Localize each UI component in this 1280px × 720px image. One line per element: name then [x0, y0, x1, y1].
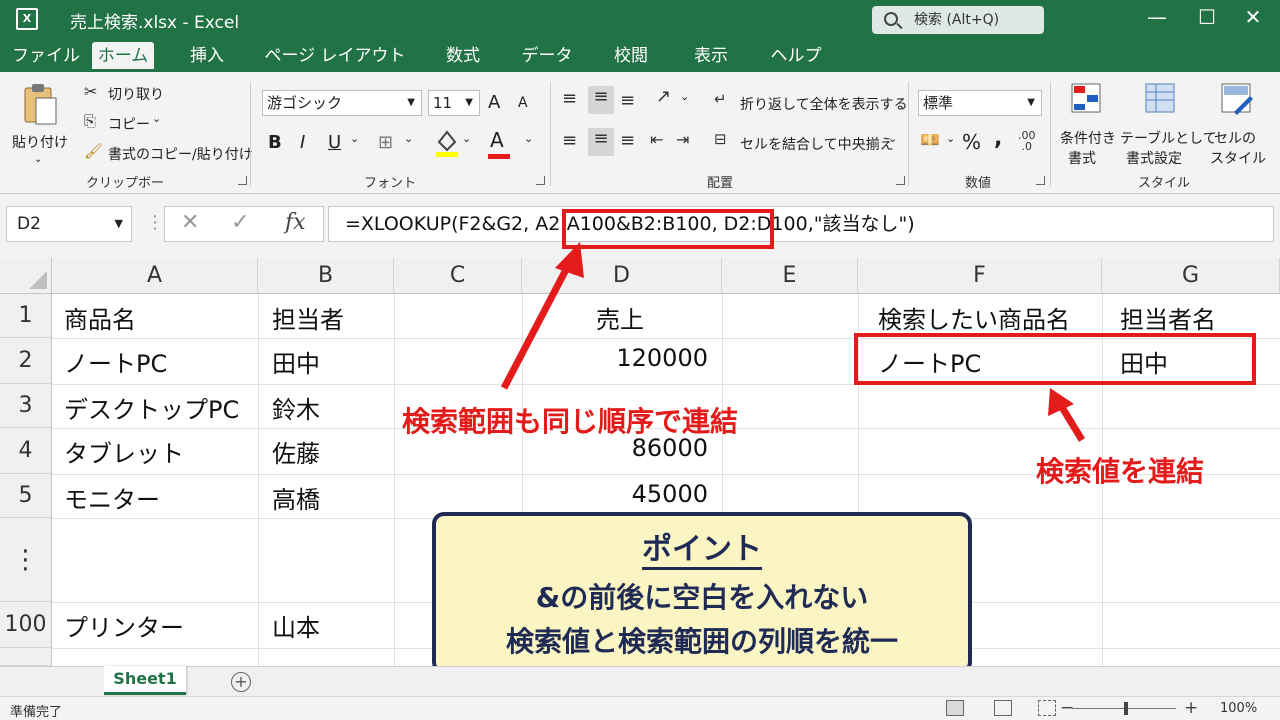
sheet-tab-sheet1[interactable]: Sheet1 — [104, 666, 186, 695]
status-bar: 準備完了 − + 100% — [0, 696, 1280, 720]
page-layout-view-icon[interactable] — [994, 700, 1012, 716]
normal-view-icon[interactable] — [946, 700, 964, 716]
sheet-tab-bar: Sheet1 + — [0, 666, 1280, 696]
point-title-text: ポイント — [642, 532, 762, 570]
point-line-2: 検索値と検索範囲の列順を統一 — [505, 625, 898, 658]
range-concat-note: 検索範囲も同じ順序で連結 — [402, 405, 739, 438]
value-arrow-shaft — [1057, 402, 1085, 442]
value-concat-note: 検索値を連結 — [1036, 455, 1205, 488]
zoom-level[interactable]: 100% — [1220, 701, 1257, 716]
page-break-view-icon[interactable] — [1038, 700, 1056, 716]
point-title: ポイント — [436, 524, 968, 570]
point-line-1: &の前後に空白を入れない — [535, 581, 869, 614]
zoom-slider-thumb[interactable] — [1124, 702, 1128, 715]
zoom-in-button[interactable]: + — [1184, 698, 1198, 718]
range-arrow-shaft — [500, 260, 574, 390]
range-arrow-head — [555, 242, 584, 278]
status-ready: 準備完了 — [10, 705, 63, 720]
add-sheet-button[interactable]: + — [231, 672, 251, 692]
point-callout: ポイント &の前後に空白を入れない 検索値と検索範囲の列順を統一 — [432, 512, 972, 674]
